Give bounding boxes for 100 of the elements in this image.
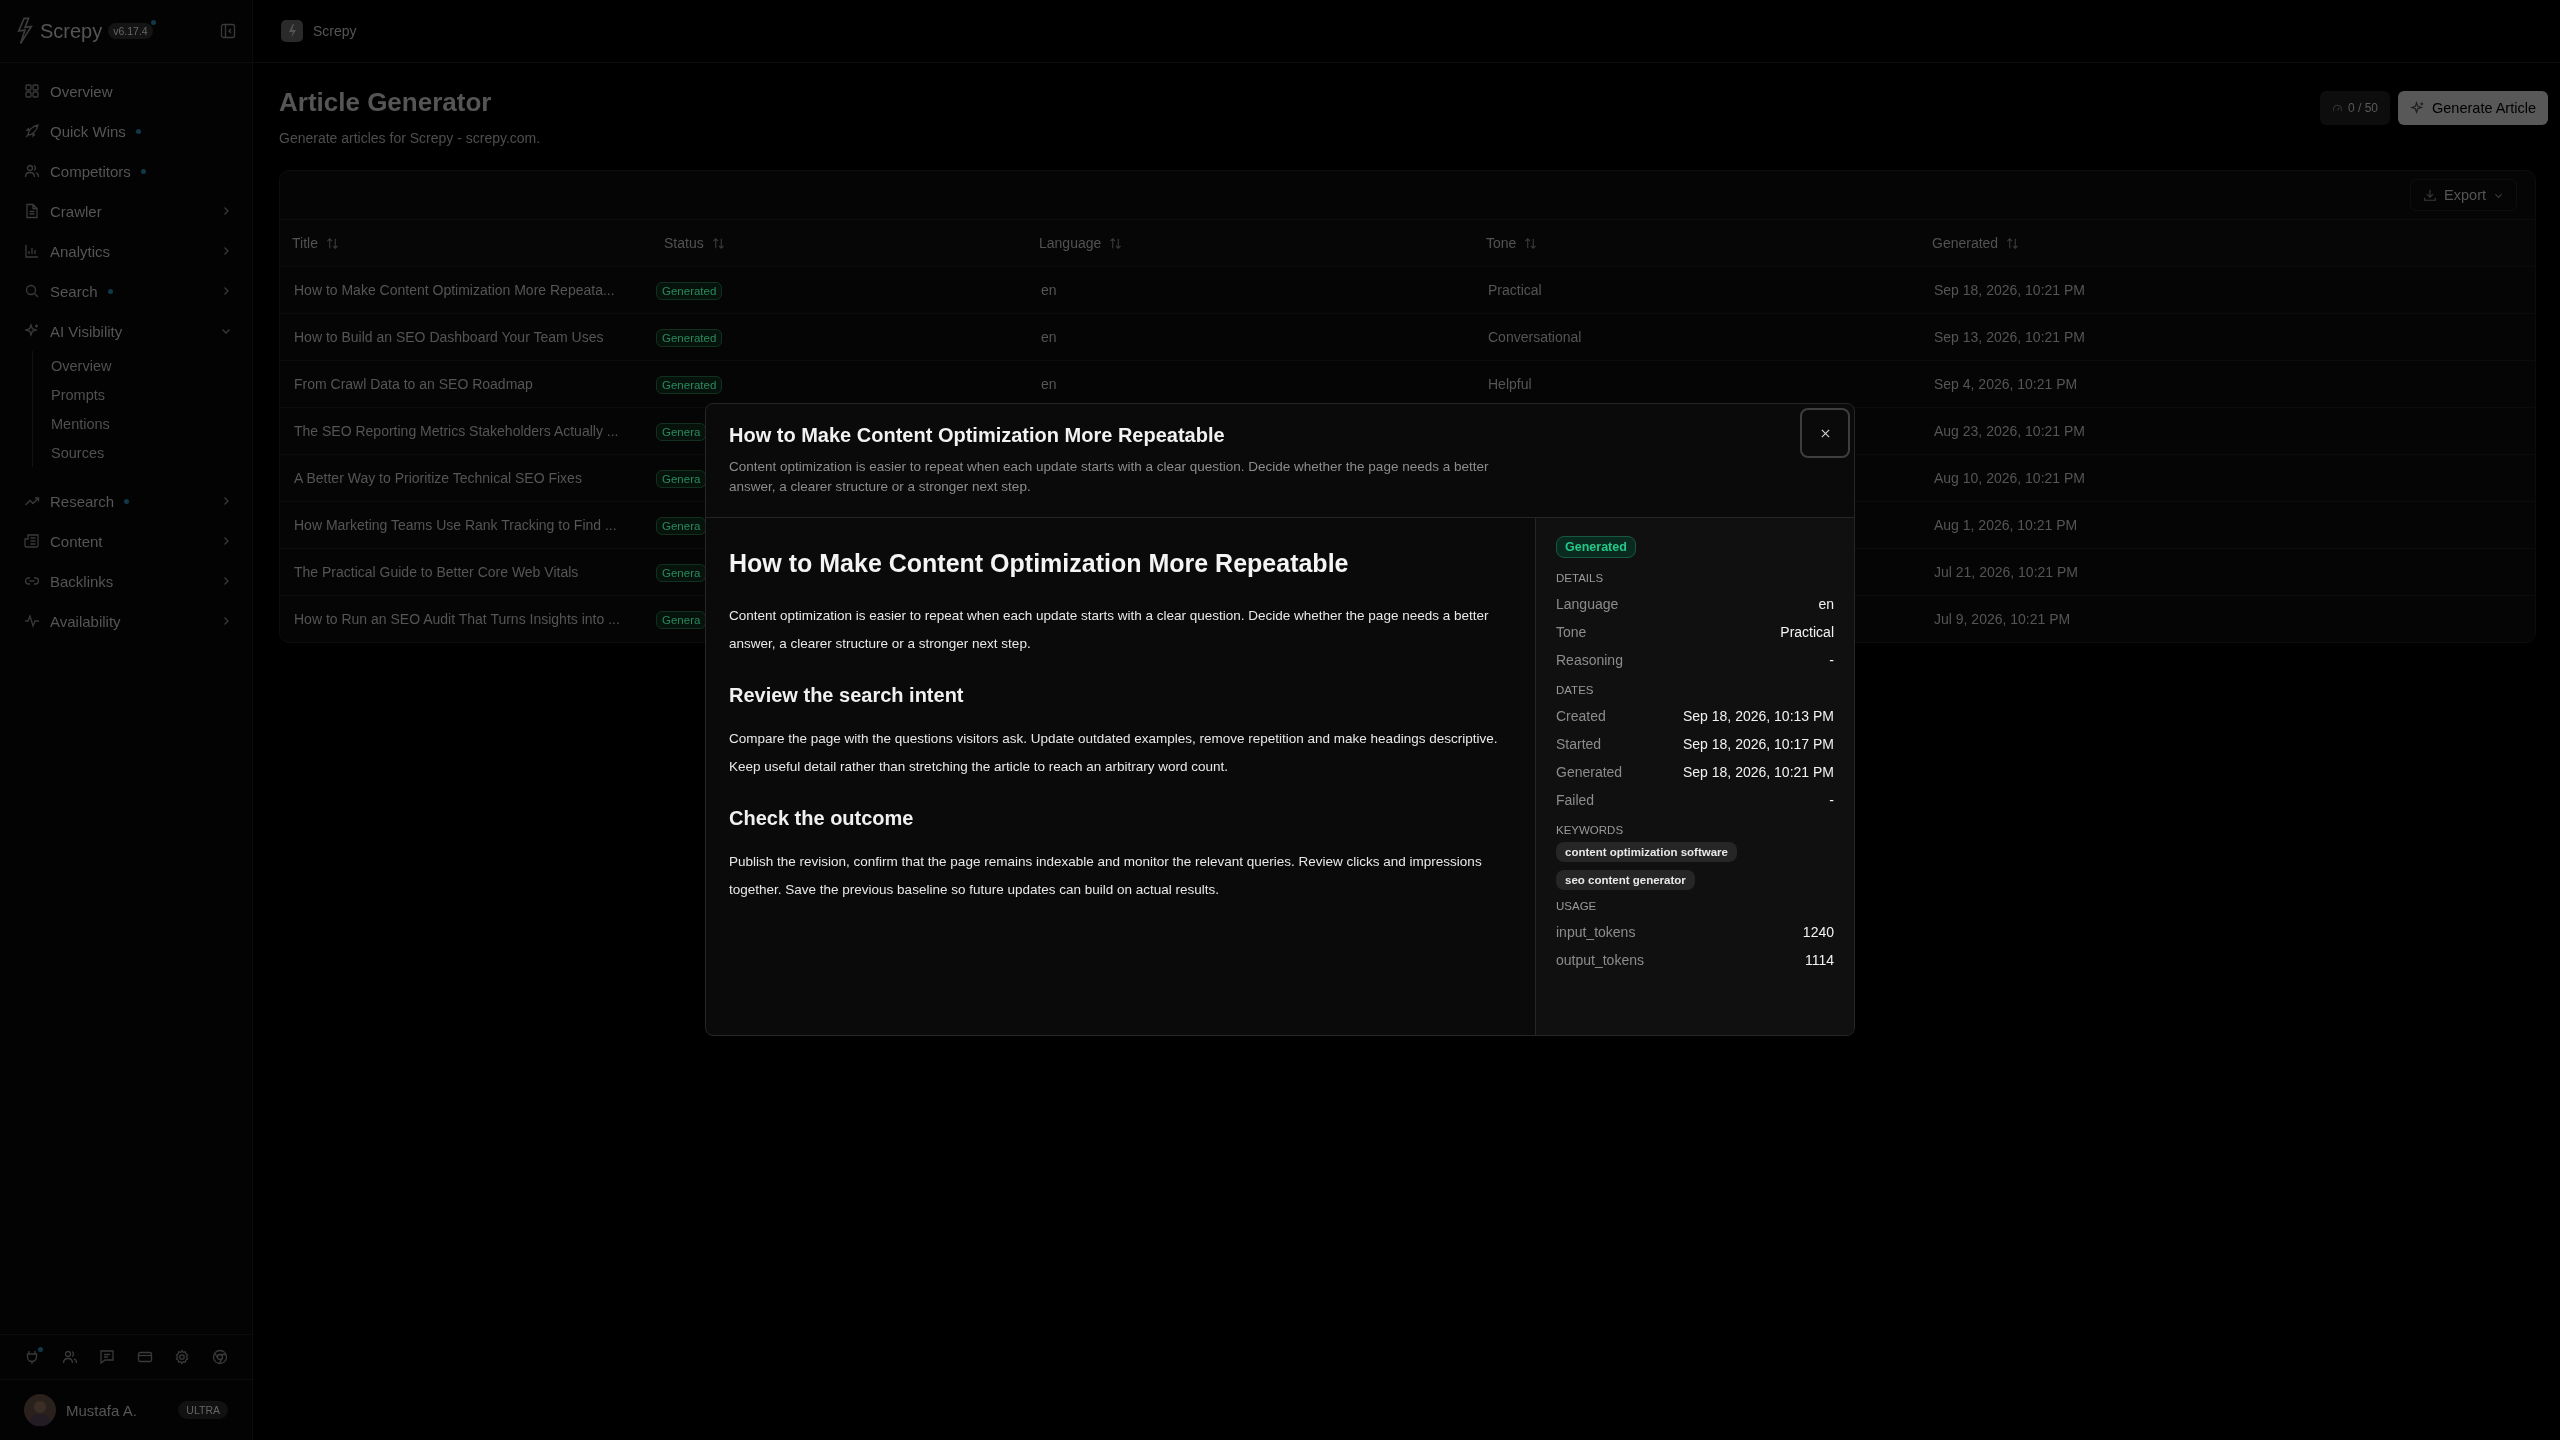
- status-badge: Generated: [1556, 536, 1636, 558]
- field-label: Tone: [1556, 624, 1587, 640]
- status-badge: Genera: [656, 564, 707, 582]
- status-badge: Generated: [656, 329, 723, 347]
- section-heading: Check the outcome: [729, 807, 915, 830]
- field-label: Generated: [1556, 764, 1623, 780]
- table-cell: en: [1041, 376, 1057, 392]
- nav-item[interactable]: Competitors: [24, 151, 252, 191]
- status-badge: Genera: [656, 517, 707, 535]
- field-label: input_tokens: [1556, 924, 1636, 940]
- section-heading: Review the search intent: [729, 684, 965, 707]
- bar-chart-icon: [24, 243, 40, 259]
- nav-item[interactable]: Quick Wins: [24, 111, 252, 151]
- field-label: Created: [1556, 708, 1606, 724]
- status-badge: Genera: [656, 423, 707, 441]
- globe-icon[interactable]: [211, 1349, 228, 1365]
- field-label: Started: [1556, 736, 1602, 752]
- article-paragraph: Compare the page with the questions visitors ask. Update outdated examples, remove repetition and make headings descriptive. Keep useful detail rather than stretching the article to reach an arbitrary word count.: [729, 730, 1499, 776]
- sub-nav-item[interactable]: Sources: [51, 438, 252, 467]
- sub-nav-item[interactable]: Prompts: [51, 380, 252, 409]
- column-header[interactable]: Language: [1027, 235, 1474, 251]
- nav-item[interactable]: Analytics: [24, 231, 252, 271]
- table-cell-text: How to Build an SEO Dashboard Your Team Uses: [293, 329, 605, 345]
- nav-item[interactable]: Overview: [24, 71, 252, 111]
- field-label: Language: [1556, 596, 1619, 612]
- collapse-sidebar-icon[interactable]: [220, 23, 236, 39]
- table-cell-text: Aug 10, 2026, 10:21 PM: [1933, 470, 2086, 486]
- column-header[interactable]: Title: [280, 235, 652, 251]
- table-cell-text: The SEO Reporting Metrics Stakeholders Actually ...: [293, 423, 620, 439]
- generate-article-button[interactable]: Generate Article: [2398, 91, 2548, 125]
- field-value: Practical: [1780, 624, 1834, 640]
- breadcrumb[interactable]: Screpy: [313, 23, 357, 39]
- field-value: 1240: [1802, 924, 1834, 940]
- logo-icon: [16, 17, 34, 45]
- download-icon: [2423, 188, 2438, 202]
- sparkle-icon: [2410, 100, 2425, 116]
- users-icon: [24, 163, 40, 179]
- app-icon: [281, 20, 303, 42]
- field-value: Sep 18, 2026, 10:13 PM: [1683, 708, 1834, 724]
- field-label: Reasoning: [1556, 652, 1623, 668]
- table-cell: Conversational: [1488, 329, 1582, 345]
- field-value: -: [1829, 792, 1834, 808]
- table-cell: en: [1041, 282, 1057, 298]
- document-icon: [24, 203, 40, 219]
- plug-icon[interactable]: [24, 1349, 40, 1365]
- gauge-icon: [2332, 102, 2343, 114]
- section-label: DATES: [1556, 684, 1595, 696]
- table-cell-text: Jul 21, 2026, 10:21 PM: [1933, 564, 2079, 580]
- table-cell: Practical: [1488, 282, 1542, 298]
- dialog-title: How to Make Content Optimization More Repeatable: [729, 424, 1226, 447]
- article-heading: How to Make Content Optimization More Repeatable: [729, 549, 1350, 578]
- page-subtitle: Generate articles for Screpy - screpy.com.: [279, 130, 541, 146]
- table-cell-text: Sep 13, 2026, 10:21 PM: [1933, 329, 2086, 345]
- nav-item[interactable]: Crawler: [24, 191, 252, 231]
- close-icon: [1819, 427, 1831, 439]
- nav-item[interactable]: Availability: [24, 601, 252, 641]
- column-header[interactable]: Status: [652, 235, 1027, 251]
- table-cell-text: From Crawl Data to an SEO Roadmap: [293, 376, 534, 392]
- grid-icon: [24, 83, 40, 99]
- plan-badge: ULTRA: [178, 1401, 228, 1419]
- export-button[interactable]: Export: [2410, 179, 2517, 211]
- table-cell: en: [1041, 329, 1057, 345]
- section-label: DETAILS: [1556, 572, 1605, 584]
- column-header[interactable]: Generated: [1920, 235, 2535, 251]
- status-badge: Genera: [656, 470, 707, 488]
- table-cell-text: Sep 4, 2026, 10:21 PM: [1933, 376, 2079, 392]
- keyword-tag: seo content generator: [1556, 870, 1695, 890]
- sort-icon: [1109, 236, 1123, 250]
- nav-item[interactable]: Content: [24, 521, 252, 561]
- table-cell-text: How to Run an SEO Audit That Turns Insights into ...: [293, 611, 621, 627]
- nav-item[interactable]: Research: [24, 481, 252, 521]
- message-icon[interactable]: [99, 1349, 116, 1365]
- close-button[interactable]: [1800, 408, 1850, 458]
- settings-icon[interactable]: [174, 1349, 191, 1365]
- sort-icon: [711, 236, 725, 250]
- status-badge: Generated: [656, 376, 723, 394]
- status-badge: Genera: [656, 611, 707, 629]
- nav-item[interactable]: Search: [24, 271, 252, 311]
- sub-nav-item[interactable]: Overview: [51, 351, 252, 380]
- rocket-icon: [24, 123, 40, 139]
- field-value: en: [1818, 596, 1834, 612]
- field-label: output_tokens: [1556, 952, 1644, 968]
- search-icon: [24, 283, 40, 299]
- users-icon[interactable]: [61, 1349, 78, 1365]
- field-value: Sep 18, 2026, 10:17 PM: [1683, 736, 1834, 752]
- nav-item[interactable]: AI Visibility: [24, 311, 252, 351]
- sort-icon: [1524, 236, 1538, 250]
- article-paragraph: Publish the revision, confirm that the page remains indexable and monitor the relevant queries. Review clicks and impressions together. Save the previous baseline so future updates can build on actual results.: [729, 853, 1483, 899]
- quota-text: 0 / 50: [2348, 101, 2378, 115]
- column-header[interactable]: Tone: [1474, 235, 1920, 251]
- nav-item[interactable]: Backlinks: [24, 561, 252, 601]
- keyword-tag: content optimization software: [1556, 842, 1737, 862]
- field-value: 1114: [1804, 952, 1834, 968]
- sub-nav-item[interactable]: Mentions: [51, 409, 252, 438]
- table-cell-text: Aug 1, 2026, 10:21 PM: [1933, 517, 2079, 533]
- table-cell-text: How to Make Content Optimization More Repeata...: [293, 282, 616, 298]
- avatar[interactable]: [24, 1394, 56, 1426]
- newspaper-icon: [24, 533, 40, 549]
- card-icon[interactable]: [136, 1349, 153, 1365]
- user-name: Mustafa A.: [66, 1401, 137, 1419]
